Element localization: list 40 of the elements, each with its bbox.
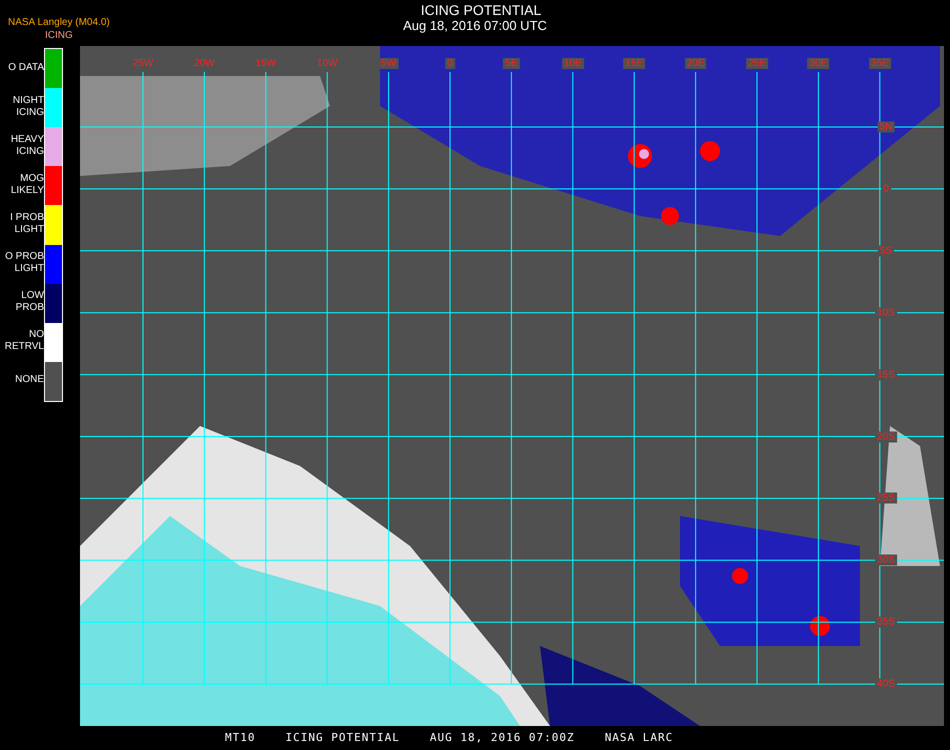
map-title: ICING POTENTIAL <box>420 2 542 18</box>
longitude-label: 0 <box>445 58 455 69</box>
footer-caption: AUG 18, 2016 07:00Z <box>430 730 575 746</box>
longitude-label: 20E <box>684 58 706 69</box>
longitude-label: 5W <box>379 58 398 69</box>
longitude-label: 20W <box>192 58 217 69</box>
longitude-label: 30E <box>808 58 830 69</box>
source-label: NASA Langley (M04.0) <box>8 16 110 29</box>
longitude-label: 25W <box>130 58 156 69</box>
map-subtitle: Aug 18, 2016 07:00 UTC <box>403 18 547 34</box>
latitude-label: 35S <box>875 616 897 628</box>
footer-caption: MT10 <box>225 730 256 746</box>
longitude-label: 10E <box>562 58 584 69</box>
latitude-label: 40S <box>875 678 897 690</box>
legend-label: I PROB LIGHT <box>10 212 44 236</box>
legend-label: O DATA <box>8 62 44 74</box>
legend-label: O PROB LIGHT <box>5 250 44 274</box>
product-label: ICING <box>44 29 73 42</box>
longitude-label: 15W <box>254 58 278 69</box>
legend-label: MOG LIKELY <box>10 172 44 196</box>
legend-label: NO RETRVL <box>4 328 44 352</box>
latitude-label: 30S <box>875 554 897 566</box>
longitude-label: 5E <box>503 58 520 69</box>
latitude-label: 5N <box>878 122 894 132</box>
latitude-label: 15S <box>875 369 897 380</box>
legend-label: NONE <box>15 374 44 386</box>
legend-label: HEAVY ICING <box>10 134 44 158</box>
legend-label: NIGHT ICING <box>12 94 44 118</box>
longitude-label: 25E <box>746 58 768 69</box>
longitude-label: 35E <box>868 58 891 69</box>
latitude-label: 10S <box>875 307 897 318</box>
latitude-label: 20S <box>875 431 897 442</box>
latitude-label: 25S <box>875 492 897 504</box>
footer-caption: ICING POTENTIAL <box>286 730 400 746</box>
latitude-label: 5S <box>878 245 894 256</box>
legend-label: LOW PROB <box>16 290 44 314</box>
footer-caption: NASA LARC <box>604 730 674 746</box>
longitude-label: 10W <box>314 58 340 69</box>
latitude-label: 0 <box>881 183 891 194</box>
longitude-label: 15E <box>623 58 646 69</box>
